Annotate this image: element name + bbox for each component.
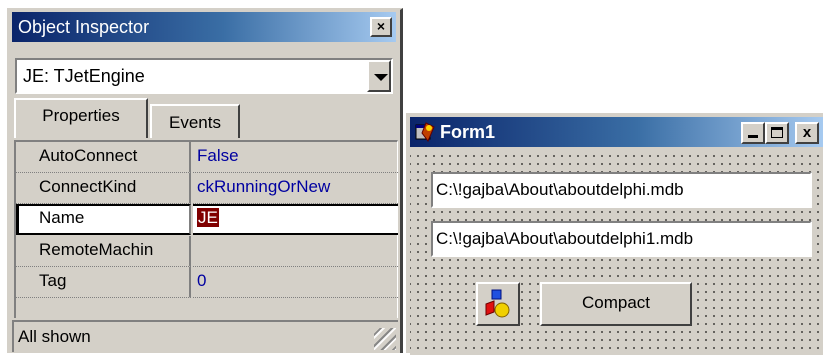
property-name: AutoConnect	[16, 142, 191, 173]
close-icon: x	[802, 124, 812, 141]
form1-title-bar[interactable]: Form1 x	[410, 117, 823, 147]
property-name: Tag	[16, 267, 191, 298]
property-grid: AutoConnect False ConnectKind ckRunningO…	[14, 140, 398, 318]
property-row-remotemachine[interactable]: RemoteMachin	[16, 236, 398, 267]
property-name: RemoteMachin	[16, 236, 191, 267]
component-selector[interactable]: JE: TJetEngine	[15, 58, 393, 94]
maximize-button[interactable]	[765, 122, 789, 144]
status-text: All shown	[18, 327, 91, 346]
compact-button[interactable]: Compact	[540, 282, 692, 326]
selected-value-text: JE	[197, 208, 219, 227]
object-inspector-title: Object Inspector	[18, 17, 150, 37]
close-button[interactable]: x	[795, 122, 819, 144]
close-icon: ×	[376, 18, 386, 34]
tab-events[interactable]: Events	[150, 104, 240, 138]
size-grip-icon[interactable]	[374, 328, 396, 350]
minimize-button[interactable]	[741, 122, 765, 144]
dropdown-arrow-icon	[374, 74, 388, 81]
property-name: Name	[16, 204, 191, 235]
property-value[interactable]: 0	[193, 267, 398, 298]
object-inspector-title-bar[interactable]: Object Inspector ×	[12, 12, 396, 42]
database-path-input[interactable]	[431, 172, 812, 208]
property-row-connectkind[interactable]: ConnectKind ckRunningOrNew	[16, 173, 398, 204]
property-value-editor[interactable]: JE	[193, 204, 398, 235]
minimize-icon	[748, 135, 758, 138]
status-bar: All shown	[12, 320, 398, 352]
jet-engine-component[interactable]	[476, 282, 520, 326]
maximize-icon	[771, 127, 783, 138]
tab-properties-label: Properties	[42, 106, 120, 125]
destination-path-input[interactable]	[431, 221, 812, 257]
property-row-tag[interactable]: Tag 0	[16, 267, 398, 298]
property-name: ConnectKind	[16, 173, 191, 204]
tab-events-label: Events	[169, 113, 221, 132]
object-inspector-window: Object Inspector × JE: TJetEngine Proper…	[7, 8, 403, 353]
compact-button-label: Compact	[581, 293, 651, 312]
property-value[interactable]	[193, 236, 398, 267]
close-button[interactable]: ×	[370, 17, 392, 37]
jet-engine-component-icon	[485, 289, 510, 318]
destination-path-field[interactable]	[433, 223, 810, 255]
database-path-field[interactable]	[433, 174, 810, 206]
component-selector-dropdown-button[interactable]	[367, 60, 391, 92]
property-row-autoconnect[interactable]: AutoConnect False	[16, 142, 398, 173]
property-value[interactable]: False	[193, 142, 398, 173]
component-selector-value: JE: TJetEngine	[23, 66, 145, 86]
form-design-surface: Compact	[410, 149, 823, 355]
tab-properties[interactable]: Properties	[14, 98, 148, 138]
delphi-form-icon[interactable]	[414, 121, 436, 143]
property-row-name[interactable]: Name JE	[16, 204, 398, 235]
property-value[interactable]: ckRunningOrNew	[193, 173, 398, 204]
form1-window: Form1 x Compact	[406, 113, 823, 355]
form1-title: Form1	[440, 122, 496, 142]
